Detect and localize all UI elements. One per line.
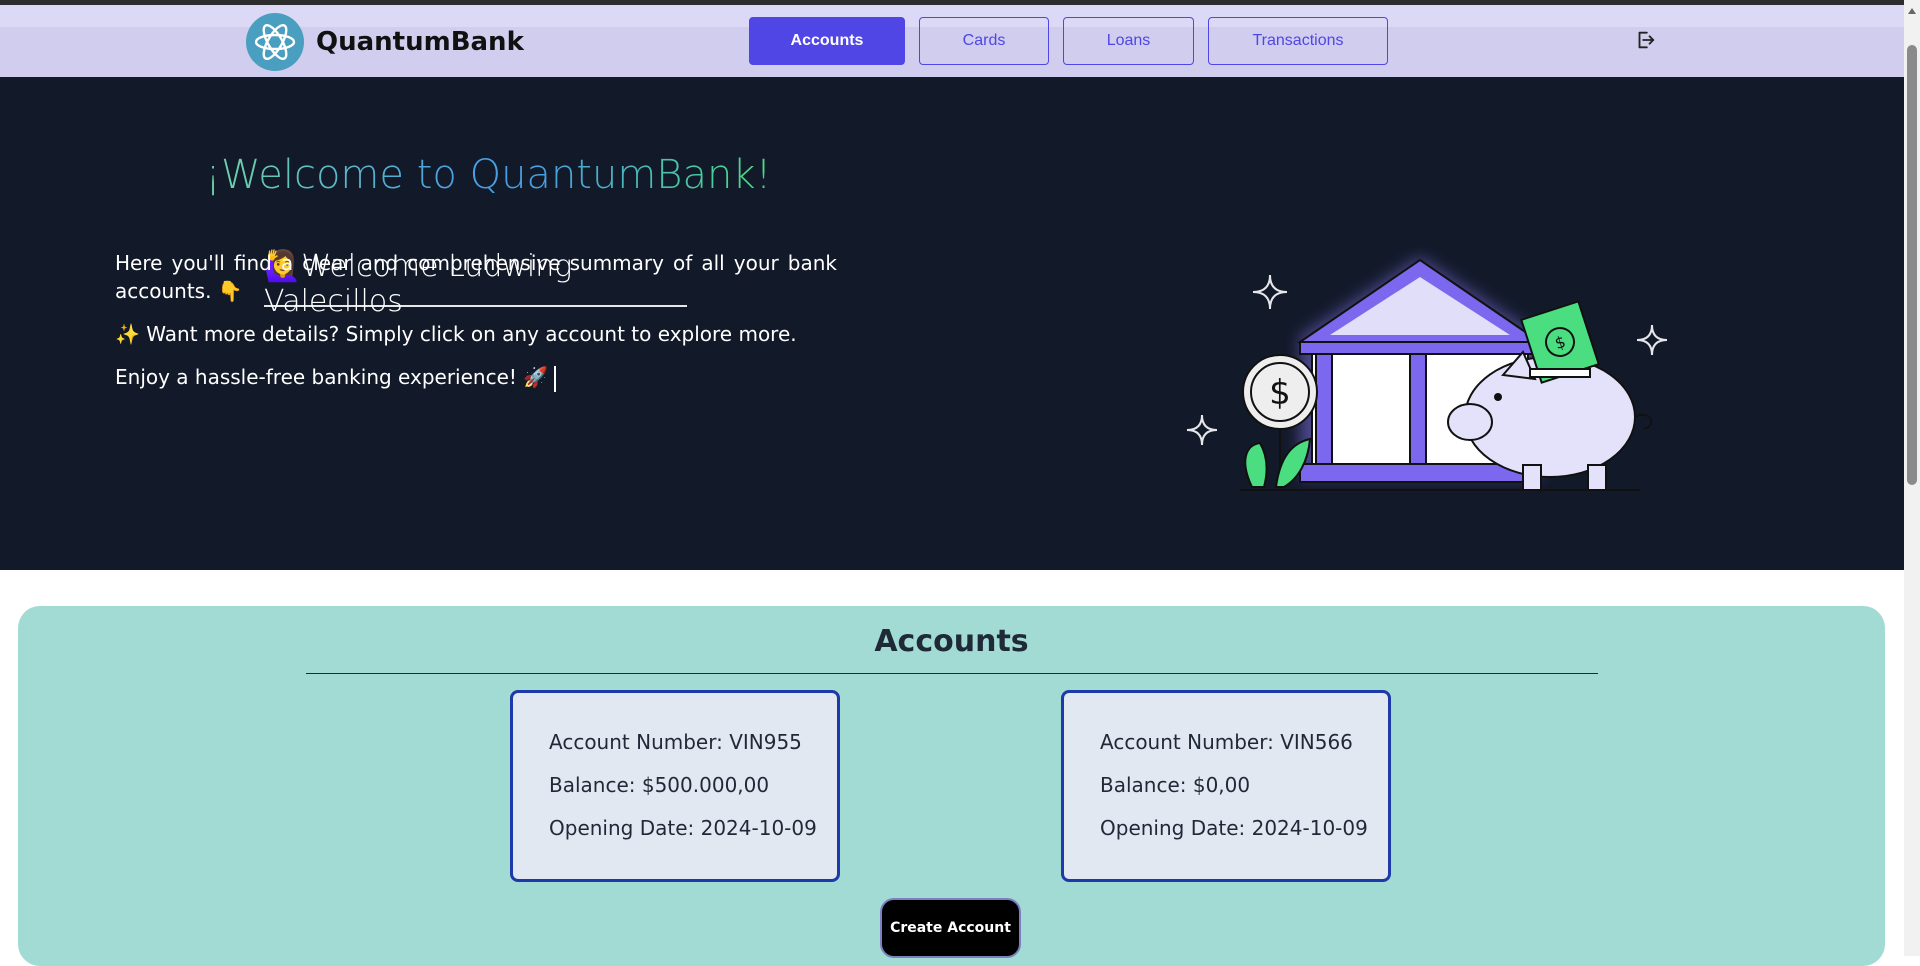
brand-name: QuantumBank xyxy=(316,27,524,57)
account-number: Account Number: VIN566 xyxy=(1100,730,1353,754)
brand-logo-link[interactable]: QuantumBank xyxy=(246,13,524,71)
tab-loans[interactable]: Loans xyxy=(1063,17,1194,65)
quantum-logo-icon xyxy=(246,13,304,71)
scrollbar-thumb[interactable] xyxy=(1907,45,1917,485)
enjoy-paragraph: Enjoy a hassle-free banking experience! … xyxy=(115,363,837,392)
account-balance: Balance: $500.000,00 xyxy=(549,773,770,797)
accounts-title: Accounts xyxy=(874,624,1029,659)
svg-text:$: $ xyxy=(1269,373,1291,413)
scroll-up-arrow-icon[interactable] xyxy=(1908,8,1916,14)
enjoy-text: Enjoy a hassle-free banking experience! … xyxy=(115,365,549,389)
tab-accounts[interactable]: Accounts xyxy=(749,17,905,65)
text-cursor xyxy=(554,365,557,392)
accounts-divider xyxy=(306,673,1598,674)
tab-transactions[interactable]: Transactions xyxy=(1208,17,1388,65)
page-scrollbar[interactable] xyxy=(1904,0,1920,956)
page-title: ¡Welcome to QuantumBank! xyxy=(205,152,772,198)
bank-piggy-illustration: $ $ xyxy=(1180,247,1670,507)
intro-paragraph: Here you'll find a clear and comprehensi… xyxy=(115,251,837,303)
hero-section: ¡Welcome to QuantumBank! 🙋‍♀️Welcome Lud… xyxy=(0,77,1904,570)
tab-cards[interactable]: Cards xyxy=(919,17,1049,65)
details-paragraph: ✨ Want more details? Simply click on any… xyxy=(115,322,797,346)
account-opening-date: Opening Date: 2024-10-09 xyxy=(549,816,817,840)
account-opening-date: Opening Date: 2024-10-09 xyxy=(1100,816,1368,840)
account-card-vin566[interactable]: Account Number: VIN566 Balance: $0,00 Op… xyxy=(1061,690,1391,882)
account-balance: Balance: $0,00 xyxy=(1100,773,1251,797)
navbar: QuantumBank Accounts Cards Loans Transac… xyxy=(0,5,1904,77)
accounts-panel: Accounts Account Number: VIN955 Balance:… xyxy=(18,606,1885,966)
account-card-vin955[interactable]: Account Number: VIN955 Balance: $500.000… xyxy=(510,690,840,882)
logout-icon[interactable] xyxy=(1634,29,1656,51)
create-account-button[interactable]: Create Account xyxy=(880,898,1021,958)
account-number: Account Number: VIN955 xyxy=(549,730,802,754)
